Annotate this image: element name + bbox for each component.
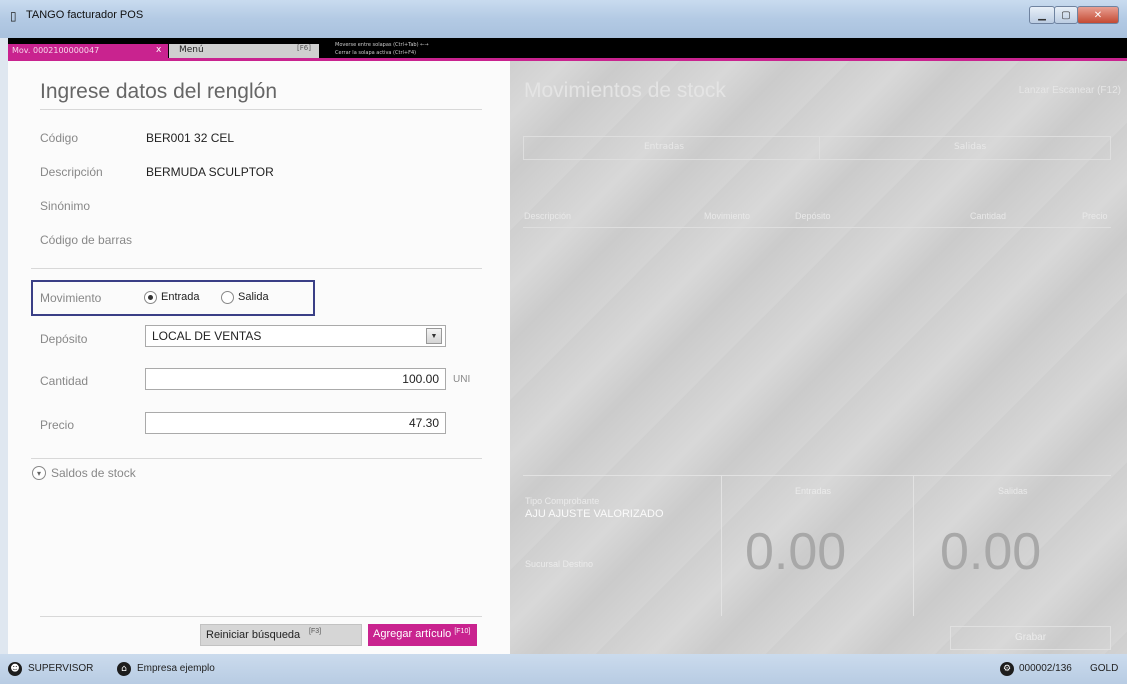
line-entry-panel: Ingrese datos del renglón Código BER001 … bbox=[8, 61, 510, 654]
cantidad-input[interactable]: 100.00 bbox=[145, 368, 446, 390]
deposito-value: LOCAL DE VENTAS bbox=[152, 329, 262, 343]
descripcion-value: BERMUDA SCULPTOR bbox=[146, 165, 274, 179]
window-titlebar: ▯ TANGO facturador POS ▁ ▢ ✕ bbox=[0, 0, 1127, 38]
tipo-comprobante-value: AJU AJUSTE VALORIZADO bbox=[525, 508, 664, 520]
movimientos-corner-label: Lanzar Escanear (F12) bbox=[1018, 85, 1121, 96]
movimiento-label: Movimiento bbox=[40, 291, 102, 305]
saldos-divider bbox=[31, 458, 482, 459]
salidas-label: Salidas bbox=[998, 486, 1028, 496]
col-movimiento: Movimiento bbox=[704, 211, 751, 221]
movimientos-title: Movimientos de stock bbox=[524, 79, 726, 102]
reiniciar-label: Reiniciar búsqueda bbox=[206, 629, 301, 641]
col-deposito: Depósito bbox=[795, 211, 831, 221]
tab-hint-close: Cerrar la solapa activa (Ctrl+F4) bbox=[335, 50, 417, 56]
status-user: SUPERVISOR bbox=[28, 663, 94, 674]
tipo-comprobante-label: Tipo Comprobante bbox=[525, 496, 600, 506]
minimize-button[interactable]: ▁ bbox=[1029, 6, 1055, 24]
salidas-total: 0.00 bbox=[940, 523, 1042, 581]
descripcion-label: Descripción bbox=[40, 165, 103, 179]
title-divider bbox=[40, 109, 482, 110]
tab-close-icon[interactable]: x bbox=[156, 45, 161, 55]
agregar-label: Agregar artículo bbox=[373, 628, 452, 640]
agregar-articulo-button[interactable]: Agregar artículo [F10] bbox=[368, 624, 477, 646]
col-descripcion: Descripción bbox=[524, 211, 572, 221]
tab-movimiento[interactable]: Mov. 0002100000047 x bbox=[8, 44, 168, 58]
tab-menu-shortcut: [F6] bbox=[297, 44, 311, 52]
saldos-toggle[interactable]: Saldos de stock bbox=[51, 466, 136, 480]
footer-divider bbox=[40, 616, 482, 617]
deposito-label: Depósito bbox=[40, 332, 88, 346]
agregar-shortcut: [F10] bbox=[454, 628, 471, 635]
tab-menu-label: Menú bbox=[179, 45, 204, 55]
chevron-down-circle-icon[interactable]: ▾ bbox=[32, 466, 46, 480]
movimientos-panel: Movimientos de stock Lanzar Escanear (F1… bbox=[510, 61, 1127, 654]
maximize-button[interactable]: ▢ bbox=[1054, 6, 1078, 24]
close-button[interactable]: ✕ bbox=[1077, 6, 1119, 24]
precio-label: Precio bbox=[40, 418, 75, 432]
precio-input[interactable]: 47.30 bbox=[145, 412, 446, 434]
codigo-value: BER001 32 CEL bbox=[146, 131, 235, 145]
dropdown-arrow-icon[interactable]: ▼ bbox=[426, 328, 442, 344]
status-company: Empresa ejemplo bbox=[137, 663, 215, 674]
status-terminal: 000002/136 bbox=[1019, 663, 1072, 674]
sinonimo-label: Sinónimo bbox=[40, 199, 91, 213]
tab-menu[interactable]: Menú [F6] bbox=[169, 44, 319, 58]
movimientos-header-tabs: Entradas Salidas bbox=[523, 136, 1111, 160]
tab-strip: Mov. 0002100000047 x Menú [F6] Moverse e… bbox=[8, 38, 1127, 58]
salida-label[interactable]: Salida bbox=[238, 291, 269, 303]
window-controls: ▁ ▢ ✕ bbox=[1029, 6, 1119, 24]
movimientos-summary: Tipo Comprobante AJU AJUSTE VALORIZADO S… bbox=[523, 475, 1111, 628]
summary-divider-1 bbox=[721, 476, 722, 616]
col-precio: Precio bbox=[1082, 211, 1108, 221]
sucursal-destino-label: Sucursal Destino bbox=[525, 559, 594, 569]
window-title: TANGO facturador POS bbox=[26, 9, 144, 21]
col-cantidad: Cantidad bbox=[970, 211, 1007, 221]
codigo-label: Código bbox=[40, 131, 79, 145]
codigo-barras-label: Código de barras bbox=[40, 233, 133, 247]
reiniciar-shortcut: [F3] bbox=[309, 628, 322, 635]
company-icon: ⌂ bbox=[117, 662, 131, 676]
grabar-button[interactable]: Grabar bbox=[950, 626, 1111, 650]
entradas-total: 0.00 bbox=[745, 523, 847, 581]
columns-divider bbox=[523, 227, 1111, 228]
header-salidas: Salidas bbox=[954, 142, 987, 152]
entrada-radio[interactable] bbox=[144, 291, 157, 304]
tab-hint-move: Moverse entre solapas (Ctrl+Tab) ←→ bbox=[335, 42, 429, 48]
entrada-label[interactable]: Entrada bbox=[161, 291, 200, 303]
fields-divider bbox=[31, 268, 482, 269]
terminal-icon: ⚙ bbox=[1000, 662, 1014, 676]
cantidad-unit: UNI bbox=[453, 374, 471, 385]
summary-divider-2 bbox=[913, 476, 914, 616]
tango-app-icon: ▯ bbox=[10, 9, 17, 23]
page-title: Ingrese datos del renglón bbox=[40, 80, 277, 103]
status-bar: ☻ SUPERVISOR ⌂ Empresa ejemplo ⚙ 000002/… bbox=[0, 654, 1127, 684]
entradas-label: Entradas bbox=[795, 486, 832, 496]
reiniciar-busqueda-button[interactable]: Reiniciar búsqueda [F3] bbox=[200, 624, 362, 646]
tab-movimiento-label: Mov. 0002100000047 bbox=[12, 46, 100, 55]
status-edition: GOLD bbox=[1090, 663, 1119, 674]
deposito-select[interactable]: LOCAL DE VENTAS ▼ bbox=[145, 325, 446, 347]
header-entradas: Entradas bbox=[644, 142, 685, 152]
salida-radio[interactable] bbox=[221, 291, 234, 304]
cantidad-label: Cantidad bbox=[40, 374, 89, 388]
user-icon: ☻ bbox=[8, 662, 22, 676]
header-tabs-divider bbox=[819, 137, 820, 159]
tab-hints: Moverse entre solapas (Ctrl+Tab) ←→ Cerr… bbox=[335, 41, 429, 57]
